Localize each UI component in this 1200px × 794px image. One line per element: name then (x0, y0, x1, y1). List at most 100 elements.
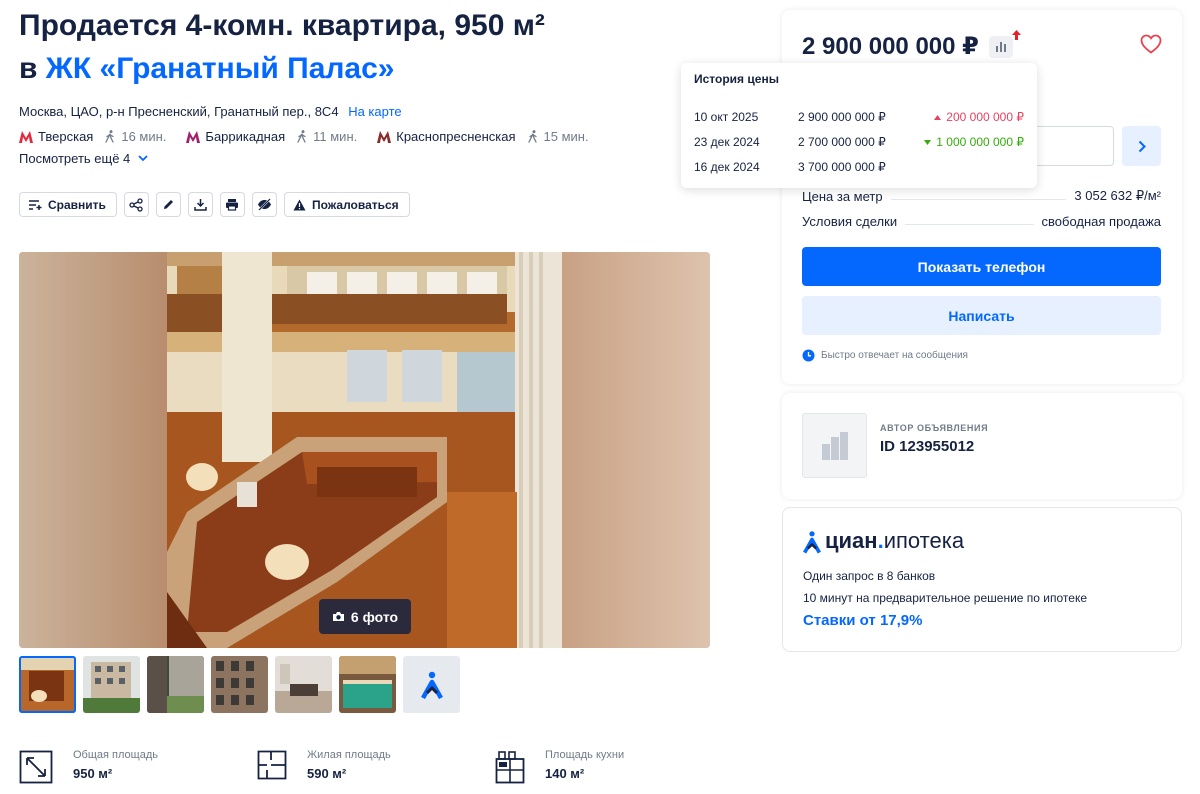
leader-dots (890, 199, 1067, 200)
kitchen-area-icon (495, 751, 525, 784)
thumbnail-6[interactable] (339, 656, 396, 713)
fact-label: Жилая площадь (307, 749, 391, 761)
complex-link[interactable]: ЖК «Гранатный Палас» (46, 52, 395, 85)
history-date: 10 окт 2025 (694, 110, 759, 124)
thumbnail-5[interactable] (275, 656, 332, 713)
area-facts: Общая площадь 950 м² Жилая площадь 590 м… (19, 746, 733, 784)
history-date: 23 дек 2024 (694, 135, 760, 149)
history-diff: 200 000 000 ₽ (916, 110, 1024, 124)
hide-icon (257, 198, 271, 211)
show-more-metro-link[interactable]: Посмотреть ещё 4 (19, 151, 148, 166)
leader-dots (905, 224, 1034, 225)
history-diff-value: 200 000 000 ₽ (946, 110, 1024, 124)
history-diff-value: 1 000 000 000 ₽ (936, 135, 1024, 149)
history-price: 2 900 000 000 ₽ (798, 110, 886, 124)
thumb-facade-image (211, 656, 268, 713)
price-per-meter-row: Цена за метр 3 052 632 ₽/м² (802, 188, 1161, 204)
download-icon (194, 199, 207, 211)
photo-count-badge[interactable]: 6 фото (319, 599, 411, 634)
thumbnail-1[interactable] (19, 656, 76, 713)
title-prefix: в (19, 52, 38, 85)
write-message-button[interactable]: Написать (802, 296, 1161, 335)
thumb-interior-image (19, 656, 76, 713)
metro-station[interactable]: Тверская 16 мин. (19, 129, 166, 144)
author-role: АВТОР ОБЪЯВЛЕНИЯ (880, 423, 989, 433)
compare-icon (29, 199, 42, 210)
fact-kitchen-area: Площадь кухни 140 м² (495, 746, 733, 784)
cian-mortgage-logo: циан. ипотека (803, 528, 964, 554)
author-card[interactable]: АВТОР ОБЪЯВЛЕНИЯ ID 123955012 (782, 393, 1182, 499)
deal-terms-row: Условия сделки свободная продажа (802, 214, 1161, 229)
report-button[interactable]: Пожаловаться (283, 192, 410, 217)
deal-terms-label: Условия сделки (802, 214, 898, 229)
walk-time: 11 мин. (313, 129, 358, 144)
walk-icon (105, 130, 114, 143)
price-history-popover: История цены 10 окт 2025 2 900 000 000 ₽… (681, 63, 1037, 188)
compare-button[interactable]: Сравнить (19, 192, 117, 217)
download-button[interactable] (187, 192, 213, 217)
show-phone-button[interactable]: Показать телефон (802, 247, 1161, 286)
mortgage-rates-link[interactable]: Ставки от 17,9% (803, 612, 922, 629)
edit-icon (163, 200, 173, 209)
print-button[interactable] (219, 192, 245, 217)
history-price: 3 700 000 000 ₽ (798, 160, 886, 174)
metro-station[interactable]: Баррикадная 11 мин. (186, 129, 357, 144)
clock-icon (802, 349, 815, 362)
price-history-row: 23 дек 2024 2 700 000 000 ₽ 1 000 000 00… (694, 135, 1024, 149)
report-label: Пожаловаться (311, 197, 399, 212)
price-history-title: История цены (694, 72, 779, 86)
page-title: Продается 4-комн. квартира, 950 м² в ЖК … (19, 4, 759, 90)
share-icon (129, 197, 144, 212)
author-id: ID 123955012 (880, 438, 975, 455)
address-row: Москва, ЦАО, р-н Пресненский, Гранатный … (19, 104, 402, 119)
thumb-pool-image (339, 656, 396, 713)
chevron-down-icon (138, 155, 148, 162)
total-area-icon (19, 750, 53, 784)
product-name: ипотека (883, 528, 965, 553)
history-diff: 1 000 000 000 ₽ (916, 135, 1024, 149)
arrow-up-icon (934, 114, 942, 120)
thumbnail-cian-logo[interactable] (403, 656, 460, 713)
thumb-lobby-image (275, 656, 332, 713)
thumb-courtyard-image (147, 656, 204, 713)
price: 2 900 000 000 ₽ (802, 29, 1021, 61)
metro-walk: 15 мин. (527, 129, 589, 144)
cian-mortgage-card[interactable]: циан. ипотека Один запрос в 8 банков 10 м… (782, 507, 1182, 652)
building-icon (821, 431, 848, 460)
hide-button[interactable] (251, 192, 277, 217)
walk-icon (527, 130, 537, 143)
price-history-row: 16 дек 2024 3 700 000 000 ₽ (694, 160, 1024, 174)
fact-value: 140 м² (545, 766, 585, 781)
metro-walk: 11 мин. (297, 129, 357, 144)
thumbnail-3[interactable] (147, 656, 204, 713)
listing-page: Продается 4-комн. квартира, 950 м² в ЖК … (0, 0, 1200, 794)
main-photo[interactable]: 6 фото (19, 252, 710, 648)
metro-name: Тверская (38, 129, 94, 144)
edit-button[interactable] (155, 192, 181, 217)
price-history-button[interactable] (988, 29, 1021, 58)
thumbnail-2[interactable] (83, 656, 140, 713)
photo-blur-right (562, 252, 710, 648)
camera-icon (332, 612, 344, 621)
favorite-heart-icon[interactable] (1140, 34, 1162, 54)
fact-living-area: Жилая площадь 590 м² (257, 746, 495, 784)
metro-icon (186, 130, 201, 143)
walk-icon (297, 130, 306, 143)
mortgage-line-2: 10 минут на предварительное решение по и… (803, 591, 1087, 605)
price-per-meter-value: 3 052 632 ₽/м² (1074, 188, 1161, 203)
metro-icon (19, 130, 33, 143)
author-avatar (802, 413, 867, 478)
mortgage-line-1: Один запрос в 8 банков (803, 569, 936, 583)
map-link[interactable]: На карте (348, 104, 401, 119)
cian-logo-icon (803, 531, 821, 554)
mortgage-go-button[interactable] (1122, 126, 1161, 166)
thumbnail-4[interactable] (211, 656, 268, 713)
price-value: 2 900 000 000 ₽ (802, 33, 979, 60)
fact-total-area: Общая площадь 950 м² (19, 746, 257, 784)
share-button[interactable] (123, 192, 149, 217)
fact-value: 950 м² (73, 766, 113, 781)
metro-station[interactable]: Краснопресненская 15 мин. (377, 129, 589, 144)
chevron-right-icon (1138, 140, 1146, 152)
metro-name: Баррикадная (205, 129, 286, 144)
deal-terms-value: свободная продажа (1041, 214, 1161, 229)
